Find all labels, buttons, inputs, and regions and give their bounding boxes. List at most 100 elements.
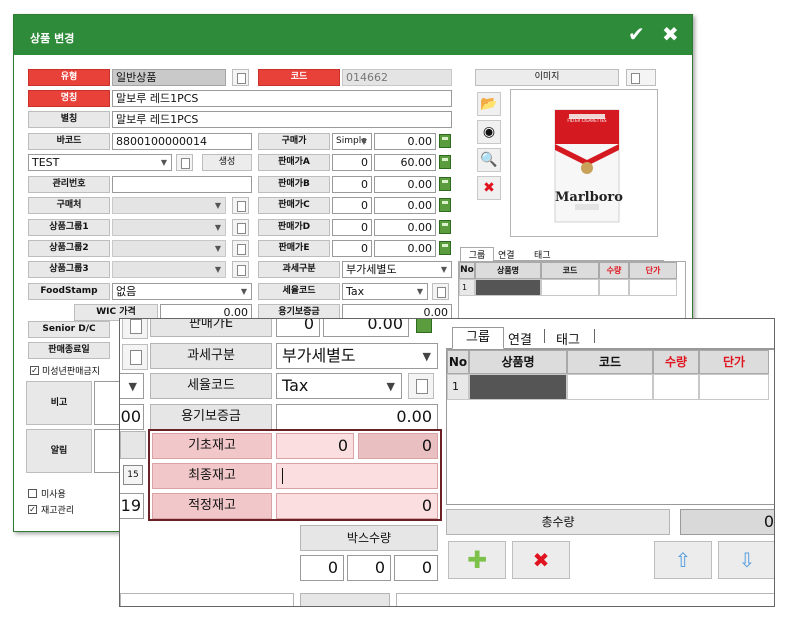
calculator-icon[interactable] [439,177,451,191]
group2-select[interactable]: ▼ [112,240,226,257]
delete-x-icon[interactable]: ✖ [477,176,501,200]
price-b-qty[interactable]: 0 [332,176,372,193]
tab-tag[interactable]: 태그 [534,248,551,261]
zoom-price-e-qty[interactable]: 0 [276,319,320,337]
arrow-up-icon[interactable]: ⇧ [654,541,712,579]
grid-row-qty[interactable] [653,374,699,400]
title-bar: 상품 변경 ✔ ✖ [14,15,692,55]
folder-open-icon[interactable]: 📂 [477,92,501,116]
price-e-field[interactable]: 0.00 [374,240,436,257]
confirm-check-icon[interactable]: ✔ [628,21,645,47]
grid-row-code[interactable] [541,279,599,296]
group3-doc-icon[interactable] [232,261,249,278]
close-icon[interactable]: ✖ [662,21,679,47]
price-c-qty[interactable]: 0 [332,197,372,214]
tax-type-select[interactable]: 부가세별도 ▼ [342,261,452,278]
type-field[interactable]: 일반상품 [112,69,226,86]
tax-code-doc-icon[interactable] [408,373,434,399]
tab-group-zoom[interactable]: 그룹 [452,327,504,349]
type-doc-icon[interactable] [232,69,249,86]
alert-field[interactable] [94,429,120,473]
group1-label: 상품그룹1 [28,219,110,236]
grid-row-name[interactable] [469,374,567,400]
tax-code-select[interactable]: Tax ▼ [342,283,428,300]
group3-select[interactable]: ▼ [112,261,226,278]
partial-number-field[interactable]: 19 [120,493,144,519]
calculator-icon[interactable] [439,220,451,234]
tax-code-doc-icon[interactable] [432,283,449,300]
zoom-deposit-field[interactable]: 0.00 [276,404,438,430]
note-field[interactable] [94,381,120,425]
box-qty-field-3[interactable]: 0 [394,555,438,581]
doc-icon[interactable] [122,319,148,339]
zoom-tax-code-select[interactable]: Tax ▼ [276,373,402,399]
price-e-qty[interactable]: 0 [332,240,372,257]
tab-link-zoom[interactable]: 연결 [508,329,532,348]
price-c-field[interactable]: 0.00 [374,197,436,214]
calculator-icon[interactable] [439,155,451,169]
bottom-field-wide[interactable] [396,593,774,606]
doc-icon[interactable] [122,344,148,370]
calculator-icon[interactable] [439,134,451,148]
price-a-qty[interactable]: 0 [332,154,372,171]
purchase-price-field[interactable]: 0.00 [374,133,436,150]
price-d-qty[interactable]: 0 [332,219,372,236]
grid-row-price[interactable] [629,279,677,296]
delete-x-icon[interactable]: ✖ [512,541,570,579]
camera-icon[interactable]: ◉ [477,120,501,144]
bottom-field[interactable] [120,593,294,606]
price-e-label: 판매가E [258,240,330,257]
tab-tag-zoom[interactable]: 태그 [556,329,580,348]
calculator-icon[interactable] [416,319,432,333]
code-field[interactable]: 014662 [342,69,452,86]
proper-stock-field[interactable]: 0 [276,493,438,519]
alias-field[interactable]: 말보루 레드1PCS [112,111,452,128]
minor-sale-ban-checkbox[interactable]: ✓ [30,366,39,375]
grid-row-price[interactable] [699,374,769,400]
calendar-icon[interactable]: 15 [123,465,143,485]
foodstamp-select[interactable]: 없음 ▼ [112,283,252,300]
generate-button[interactable]: 생성 [202,154,252,171]
add-plus-icon[interactable]: ✚ [448,541,506,579]
stock-mgmt-checkbox[interactable]: ✓ [28,505,37,514]
search-icon[interactable]: 🔍 [477,148,501,172]
grid-row-no[interactable]: 1 [447,374,469,400]
partial-value-field[interactable]: .00 [120,404,144,430]
mgmt-no-field[interactable] [112,176,252,193]
image-doc-icon[interactable] [626,69,656,86]
zoom-tax-type-select[interactable]: 부가세별도 ▼ [276,343,438,369]
group2-doc-icon[interactable] [232,240,249,257]
barcode-doc-icon[interactable] [176,154,193,171]
price-b-field[interactable]: 0.00 [374,176,436,193]
grid-row-no[interactable]: 1 [459,279,475,296]
arrow-down-icon[interactable]: ⇩ [718,541,774,579]
base-stock-field-2[interactable]: 0 [358,433,438,459]
name-field[interactable]: 말보루 레드1PCS [112,90,452,107]
test-select[interactable]: TEST ▼ [28,154,172,171]
tab-link[interactable]: 연결 [498,248,515,261]
partial-select[interactable]: ▼ [120,373,144,399]
group1-doc-icon[interactable] [232,219,249,236]
unused-checkbox[interactable] [28,489,37,498]
grid-row-name[interactable] [475,279,541,296]
barcode-field[interactable]: 8800100000014 [112,133,252,150]
grid-row-code[interactable] [567,374,653,400]
group1-select[interactable]: ▼ [112,219,226,236]
buyer-doc-icon[interactable] [232,197,249,214]
tab-group[interactable]: 그룹 [460,247,494,261]
partial-button[interactable] [120,431,146,459]
base-stock-field[interactable]: 0 [276,433,354,459]
price-d-field[interactable]: 0.00 [374,219,436,236]
zoom-price-e-field[interactable]: 0.00 [323,319,409,337]
box-qty-field-2[interactable]: 0 [347,555,391,581]
type-label: 유형 [28,69,110,86]
price-a-field[interactable]: 60.00 [374,154,436,171]
calculator-icon[interactable] [439,241,451,255]
buyer-select[interactable]: ▼ [112,197,226,214]
final-stock-field[interactable] [276,463,438,489]
purchase-mode-select[interactable]: Simple ▼ [332,133,372,150]
calculator-icon[interactable] [439,198,451,212]
grid-row-qty[interactable] [599,279,629,296]
box-qty-field-1[interactable]: 0 [300,555,344,581]
bottom-button[interactable] [300,593,390,606]
